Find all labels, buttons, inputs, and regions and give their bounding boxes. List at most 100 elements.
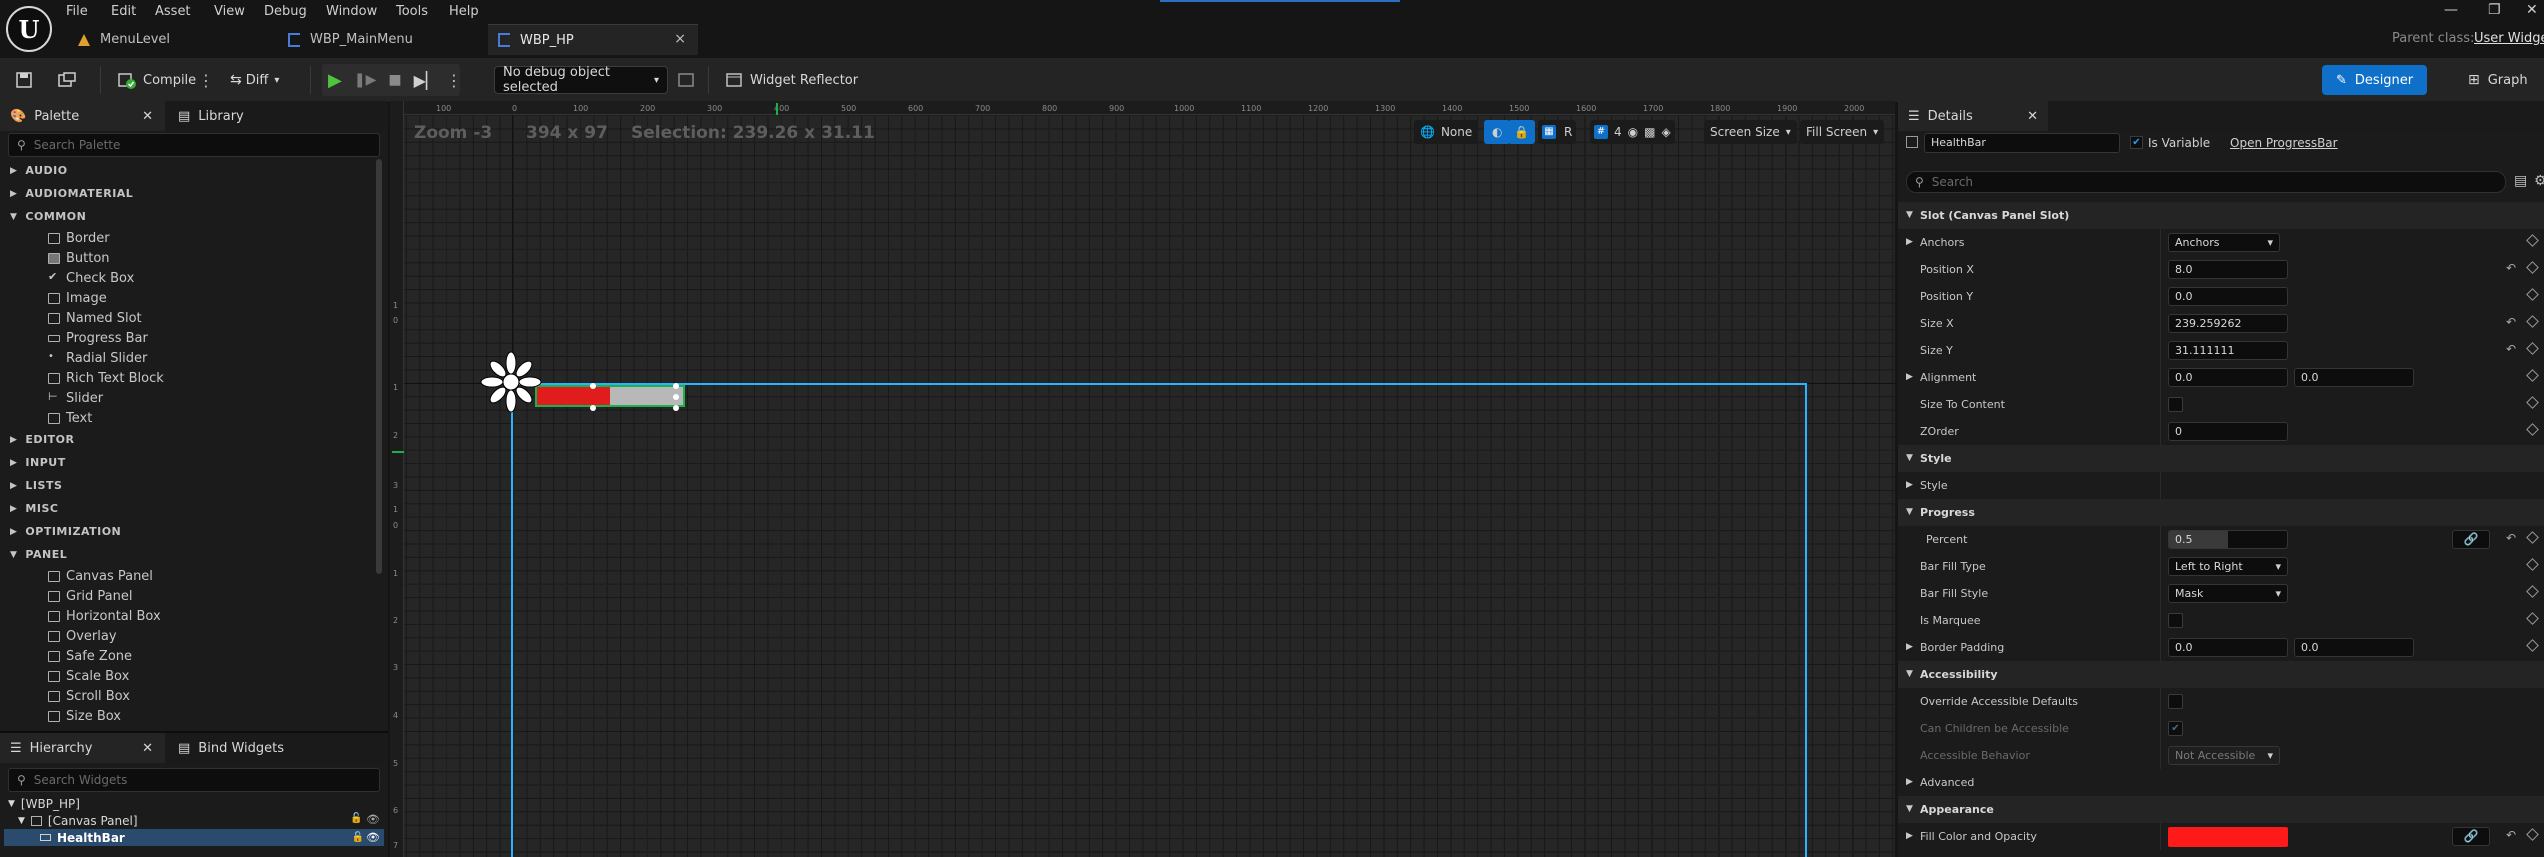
debug-object-dropdown[interactable]: No debug object selected ▾ (494, 65, 668, 95)
tree-healthbar[interactable]: HealthBar 🔓 👁 (4, 829, 384, 846)
reset-arrow-icon[interactable]: ↶ (2506, 531, 2516, 545)
is-marquee-checkbox[interactable] (2168, 613, 2183, 628)
fill-color-swatch[interactable] (2168, 827, 2288, 847)
category-common[interactable]: ▼ COMMON (4, 205, 374, 228)
grid-snap-button[interactable]: # 4 ◉ ▩ ◈ (1590, 120, 1675, 144)
close-icon[interactable]: ✕ (142, 741, 153, 756)
dpi-icon[interactable]: ◈ (1661, 125, 1670, 139)
keyframe-diamond-icon[interactable] (2526, 315, 2539, 328)
keyframe-diamond-icon[interactable] (2526, 342, 2539, 355)
keyframe-diamond-icon[interactable] (2526, 396, 2539, 409)
chevron-right-icon[interactable]: ▶ (1906, 480, 1913, 490)
tab-hierarchy[interactable]: ☰ Hierarchy ✕ (0, 733, 165, 763)
reset-arrow-icon[interactable]: ↶ (2506, 342, 2516, 356)
section-accessibility[interactable]: ▼ Accessibility (1898, 661, 2544, 688)
category-audiomaterial[interactable]: ▶ AUDIOMATERIAL (4, 182, 374, 205)
bar-fill-type-dropdown[interactable]: Left to Right (2168, 557, 2288, 576)
widget-reflector-button[interactable]: Widget Reflector (726, 64, 858, 96)
info-icon[interactable]: ◉ (1628, 125, 1638, 139)
tree-canvas-panel[interactable]: ▼ [Canvas Panel] (18, 812, 138, 829)
keyframe-diamond-icon[interactable] (2526, 261, 2539, 274)
palette-item-size-box[interactable]: Size Box (4, 706, 374, 726)
unreal-logo-icon[interactable]: U (6, 6, 52, 52)
size-x-field[interactable]: 239.259262 (2168, 314, 2288, 333)
percent-slider[interactable]: 0.5 (2168, 530, 2288, 549)
tab-palette[interactable]: 🎨 Palette ✕ (0, 101, 165, 131)
menu-edit[interactable]: Edit (111, 0, 136, 22)
keyframe-diamond-icon[interactable] (2526, 828, 2539, 841)
size-to-content-checkbox[interactable] (2168, 397, 2183, 412)
close-icon[interactable]: ✕ (142, 109, 153, 124)
palette-item-image[interactable]: Image (4, 288, 374, 308)
palette-item-scale-box[interactable]: Scale Box (4, 666, 374, 686)
localization-preview-button[interactable]: 🌐 None (1414, 120, 1479, 144)
section-slot[interactable]: ▼ Slot (Canvas Panel Slot) (1898, 202, 2544, 229)
tab-details[interactable]: ☰ Details ✕ (1898, 101, 2048, 131)
play-options-icon[interactable]: ⋮ (446, 64, 462, 96)
position-x-field[interactable]: 8.0 (2168, 260, 2288, 279)
is-variable-checkbox[interactable]: ✔ (2130, 136, 2143, 149)
category-editor[interactable]: ▶ EDITOR (4, 428, 374, 451)
override-accessible-checkbox[interactable] (2168, 694, 2183, 709)
parent-class-link[interactable]: User Widget (2474, 31, 2544, 46)
menu-view[interactable]: View (214, 0, 245, 22)
reset-arrow-icon[interactable]: ↶ (2506, 261, 2516, 275)
resize-handle[interactable] (673, 405, 679, 411)
reset-arrow-icon[interactable]: ↶ (2506, 828, 2516, 842)
hierarchy-search-input[interactable]: ⚲ Search Widgets (8, 768, 380, 792)
resize-handle[interactable] (590, 405, 596, 411)
category-misc[interactable]: ▶ MISC (4, 497, 374, 520)
designer-button[interactable]: ✎ Designer (2322, 65, 2428, 95)
bar-fill-style-dropdown[interactable]: Mask (2168, 584, 2288, 603)
chevron-right-icon[interactable]: ▶ (1906, 372, 1913, 382)
save-icon[interactable] (16, 64, 32, 96)
category-panel[interactable]: ▼ PANEL (4, 543, 374, 566)
menu-help[interactable]: Help (449, 0, 479, 22)
section-appearance[interactable]: ▼ Appearance (1898, 796, 2544, 823)
debug-browse-icon[interactable] (678, 64, 694, 96)
palette-item-safe-zone[interactable]: Safe Zone (4, 646, 374, 666)
category-optimization[interactable]: ▶ OPTIMIZATION (4, 520, 374, 543)
eye-icon[interactable]: 👁 (366, 813, 380, 826)
palette-item-horizontal-box[interactable]: Horizontal Box (4, 606, 374, 626)
keyframe-diamond-icon[interactable] (2526, 531, 2539, 544)
alignment-y-field[interactable]: 0.0 (2294, 368, 2414, 387)
section-progress[interactable]: ▼ Progress (1898, 499, 2544, 526)
anchor-medallion-icon[interactable] (478, 349, 544, 415)
size-y-field[interactable]: 31.111111 (2168, 341, 2288, 360)
chevron-right-icon[interactable]: ▶ (1906, 237, 1913, 247)
keyframe-diamond-icon[interactable] (2526, 288, 2539, 301)
compile-options-icon[interactable]: ⋮ (198, 64, 214, 96)
skip-icon[interactable]: ▶▏ (414, 71, 439, 90)
menu-file[interactable]: File (66, 0, 88, 22)
settings-icon[interactable]: ⚙ (2534, 173, 2544, 189)
close-icon[interactable]: ✕ (2027, 109, 2038, 124)
close-button[interactable]: ✕ (2526, 2, 2538, 18)
palette-search-input[interactable]: ⚲ Search Palette (8, 133, 380, 157)
diff-button[interactable]: ⇆ Diff ▾ (230, 64, 279, 96)
widget-name-field[interactable]: HealthBar (1924, 133, 2120, 153)
image-preview-icon[interactable]: ▩ (1644, 125, 1655, 139)
palette-item-overlay[interactable]: Overlay (4, 626, 374, 646)
fill-screen-dropdown[interactable]: Fill Screen ▾ (1800, 120, 1885, 144)
menu-window[interactable]: Window (326, 0, 377, 22)
anchors-dropdown[interactable]: Anchors (2168, 233, 2280, 252)
maximize-button[interactable]: ❐ (2488, 2, 2501, 18)
palette-item-checkbox[interactable]: ✔ Check Box (4, 268, 374, 288)
category-lists[interactable]: ▶ LISTS (4, 474, 374, 497)
lock-toggle-button[interactable]: 🔒 (1508, 120, 1535, 144)
property-matrix-icon[interactable]: ▤ (2514, 173, 2527, 189)
healthbar-widget[interactable] (535, 385, 685, 407)
palette-item-canvas-panel[interactable]: Canvas Panel (4, 566, 374, 586)
palette-scrollbar[interactable] (376, 159, 382, 574)
tab-bind-widgets[interactable]: ▤ Bind Widgets (172, 733, 284, 763)
canvas-panel-bounds[interactable] (511, 383, 1807, 857)
section-style[interactable]: ▼ Style (1898, 445, 2544, 472)
resize-handle[interactable] (590, 383, 596, 389)
play-icon[interactable]: ▶ (328, 70, 342, 91)
keyframe-diamond-icon[interactable] (2526, 639, 2539, 652)
open-progressbar-link[interactable]: Open ProgressBar (2230, 136, 2338, 150)
details-search-input[interactable]: ⚲ Search (1906, 171, 2506, 193)
tab-close-icon[interactable]: × (674, 31, 686, 47)
binding-link-icon[interactable]: 🔗 (2452, 530, 2490, 549)
